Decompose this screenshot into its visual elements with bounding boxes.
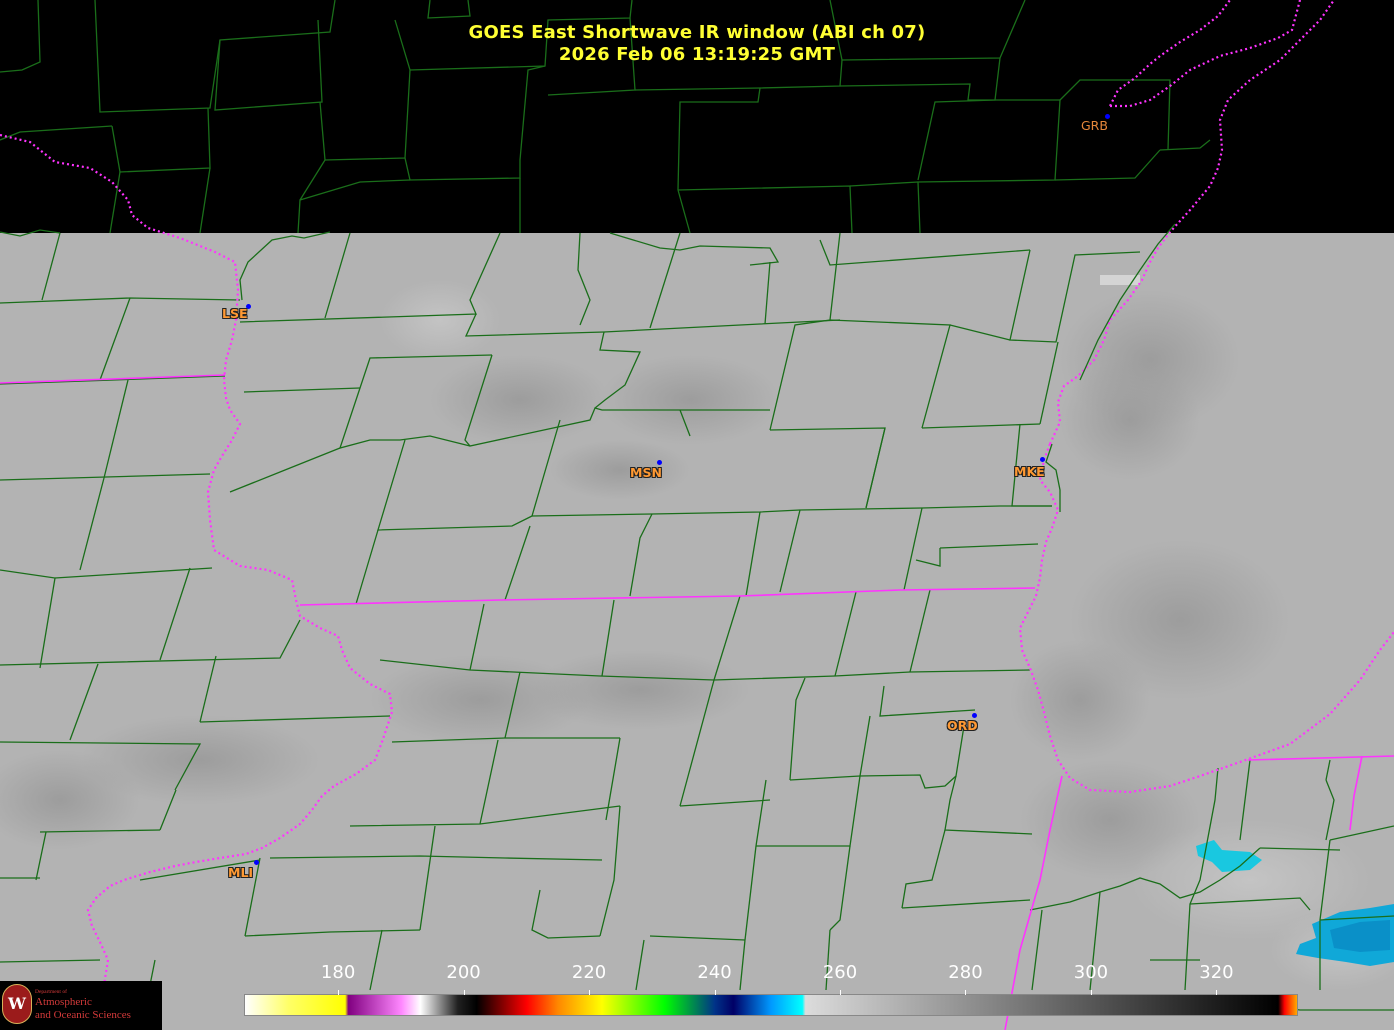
station-label-mke: MKE <box>1014 464 1045 479</box>
aos-logo: W Department of Atmospheric and Oceanic … <box>0 981 162 1030</box>
satellite-map[interactable] <box>0 0 1394 1030</box>
colorbar-tick-mark <box>715 990 716 995</box>
logo-dept-text: Department of <box>35 989 67 995</box>
station-label-lse: LSE <box>222 306 248 321</box>
colorbar-tick-label: 200 <box>446 962 481 983</box>
colorbar-tick-mark <box>1091 990 1092 995</box>
colorbar-tick-label: 300 <box>1073 962 1109 983</box>
colorbar-tick-label: 280 <box>948 962 983 983</box>
logo-name-line-2: and Oceanic Sciences <box>35 1009 131 1021</box>
station-label-mli: MLI <box>228 865 254 880</box>
colorbar-tick-mark <box>1216 990 1217 995</box>
colorbar-tick-label: 180 <box>320 962 356 983</box>
colorbar-tick-mark <box>965 990 966 995</box>
station-dot-mli <box>254 860 259 865</box>
title-line-1: GOES East Shortwave IR window (ABI ch 07… <box>468 22 926 43</box>
station-label-ord: ORD <box>947 718 978 733</box>
title-line-2: 2026 Feb 06 13:19:25 GMT <box>558 44 836 65</box>
colorbar-tick-label: 320 <box>1199 962 1234 983</box>
logo-name-line-1: Atmospheric <box>35 996 92 1008</box>
colorbar-tick-label: 260 <box>822 962 858 983</box>
station-label-msn: MSN <box>630 465 662 480</box>
colorbar-tick-mark <box>840 990 841 995</box>
station-dot-mke <box>1040 457 1045 462</box>
colorbar-tick-label: 220 <box>571 962 607 983</box>
station-label-grb: GRB <box>1081 118 1108 133</box>
colorbar-tick-mark <box>338 990 339 995</box>
colorbar-tick-mark <box>464 990 465 995</box>
temperature-colorbar <box>244 994 1298 1016</box>
colorbar-tick-mark <box>589 990 590 995</box>
colorbar-tick-label: 240 <box>697 962 732 983</box>
uw-seal-icon: W <box>2 984 32 1024</box>
